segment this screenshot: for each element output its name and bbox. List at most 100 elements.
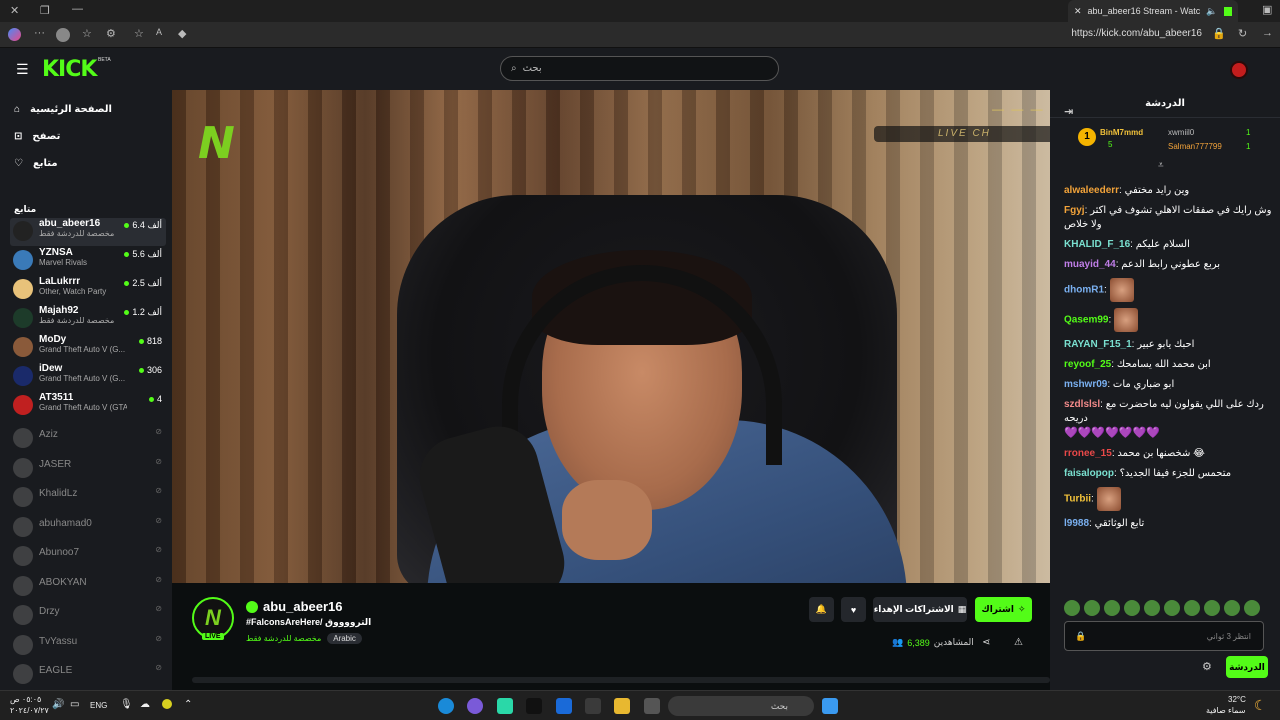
streamer-name[interactable]: abu_abeer16 — [246, 599, 343, 614]
gifter-name[interactable]: Salman777799 — [1168, 142, 1222, 151]
favorites-icon[interactable]: ☆ — [82, 27, 92, 40]
share-icon[interactable]: ⋖ — [982, 637, 990, 648]
windows-start-icon[interactable] — [822, 698, 838, 714]
top-gifter-name[interactable]: BinM7mmd — [1100, 128, 1143, 137]
volume-icon[interactable]: 🔊 — [52, 699, 64, 710]
outlook-icon[interactable] — [556, 698, 572, 714]
reload-icon[interactable]: ↻ — [1238, 27, 1247, 40]
more-icon[interactable]: ··· — [34, 27, 45, 39]
extensions-icon[interactable]: ⚙ — [106, 27, 116, 40]
weather-temp[interactable]: 32°C — [1228, 695, 1246, 704]
chat-settings-icon[interactable]: ⚙ — [1202, 660, 1212, 673]
chat-username[interactable]: muayid_44 — [1064, 259, 1116, 270]
chat-username[interactable]: Qasem99 — [1064, 315, 1108, 326]
video-player[interactable]: N — — — LIVE CH — [172, 90, 1050, 583]
minimize-icon[interactable]: — — [72, 3, 83, 15]
chat-username[interactable]: dhomR1 — [1064, 285, 1104, 296]
user-avatar[interactable] — [1230, 61, 1248, 79]
chat-input[interactable]: 🔒 انتظر 3 ثواني — [1064, 621, 1264, 651]
sidebar-channel-offline[interactable]: KhalidLz ⊘ — [10, 484, 166, 512]
sidebar-channel-offline[interactable]: JASER ⊘ — [10, 455, 166, 483]
expand-gifters-icon[interactable]: ⩡ — [1158, 160, 1164, 171]
edge-icon[interactable] — [438, 698, 454, 714]
tab-close-icon[interactable]: ✕ — [1074, 6, 1082, 17]
sidebar-channel[interactable]: MoDy Grand Theft Auto V (G... 818 — [10, 334, 166, 362]
chat-username[interactable]: mshwr09 — [1064, 379, 1107, 390]
tag-icon[interactable]: ◆ — [178, 27, 186, 40]
emote-button[interactable] — [1064, 600, 1080, 616]
chat-username[interactable]: alwaleederr — [1064, 185, 1119, 196]
chat-username[interactable]: rronee_15 — [1064, 448, 1112, 459]
app-icon[interactable] — [497, 698, 513, 714]
menu-icon[interactable]: ☰ — [16, 61, 29, 78]
sidebar-channel-offline[interactable]: TvYassu ⊘ — [10, 632, 166, 660]
clock-time[interactable]: ٠٥:٠٥ ص — [10, 695, 41, 704]
language-tag[interactable]: Arabic — [327, 633, 362, 644]
chat-username[interactable]: szdlslsl — [1064, 399, 1100, 410]
chat-username[interactable]: RAYAN_F15_1 — [1064, 339, 1132, 350]
file-explorer-icon[interactable] — [614, 698, 630, 714]
chat-username[interactable]: faisalopop — [1064, 468, 1114, 479]
tiktok-icon[interactable] — [526, 698, 542, 714]
sidebar-channel-offline[interactable]: Abunoo7 ⊘ — [10, 543, 166, 571]
subscribe-button[interactable]: اشتراك ✧ — [975, 597, 1032, 622]
sidebar-channel-offline[interactable]: Drzy ⊘ — [10, 602, 166, 630]
chat-username[interactable]: l9988 — [1064, 518, 1089, 529]
kick-logo[interactable]: KICK — [42, 57, 97, 82]
sidebar-channel[interactable]: iDew Grand Theft Auto V (G... 306 — [10, 363, 166, 391]
speaker-icon[interactable]: 🔈 — [1206, 6, 1217, 17]
emote-button[interactable] — [1124, 600, 1140, 616]
copilot-icon[interactable] — [8, 28, 21, 41]
sidebar-channel[interactable]: AT3511 Grand Theft Auto V (GTA) 4 — [10, 392, 166, 420]
task-view-icon[interactable] — [644, 698, 660, 714]
chat-username[interactable]: KHALID_F_16 — [1064, 239, 1130, 250]
emote-button[interactable] — [1164, 600, 1180, 616]
emote-button[interactable] — [1084, 600, 1100, 616]
store-icon[interactable] — [585, 698, 601, 714]
send-chat-button[interactable]: الدردشة — [1226, 656, 1268, 678]
tray-expand-icon[interactable]: ⌃ — [184, 699, 192, 710]
sidebar-channel-offline[interactable]: Aziz ⊘ — [10, 425, 166, 453]
forward-icon[interactable]: → — [1262, 27, 1273, 39]
emote-button[interactable] — [1204, 600, 1220, 616]
nav-home[interactable]: ⌂ الصفحة الرئيسية — [14, 104, 112, 115]
content-scrollbar[interactable] — [192, 677, 1050, 683]
browser-tab[interactable]: ✕ abu_abeer16 Stream - Watc 🔈 — [1068, 0, 1238, 22]
chat-username[interactable]: Fgyj — [1064, 205, 1085, 216]
profile-icon[interactable] — [56, 28, 70, 42]
language-indicator[interactable]: ENG — [90, 701, 107, 710]
search-input[interactable]: ⌕ بحث — [500, 56, 779, 81]
emote-button[interactable] — [1224, 600, 1240, 616]
nav-following[interactable]: ♡ متابع — [14, 158, 58, 169]
onedrive-icon[interactable]: ☁ — [140, 699, 150, 710]
notifications-button[interactable]: 🔔 — [809, 597, 834, 622]
chat-username[interactable]: Turbii — [1064, 494, 1091, 505]
sidebar-channel-offline[interactable]: ABOKYAN ⊘ — [10, 573, 166, 601]
app-tray-icon[interactable] — [162, 699, 172, 709]
add-favorite-icon[interactable]: ☆ — [134, 27, 144, 40]
taskbar-search[interactable]: بحث — [668, 696, 814, 716]
weather-desc[interactable]: سماء صافية — [1206, 706, 1246, 715]
report-icon[interactable]: ⚠ — [1014, 637, 1023, 648]
read-aloud-icon[interactable]: A — [156, 27, 162, 37]
sidebar-channel[interactable]: abu_abeer16 مخصصة للدردشة فقط ألف 6.4 — [10, 218, 166, 246]
discord-icon[interactable] — [467, 698, 483, 714]
network-icon[interactable]: ▭ — [70, 699, 79, 710]
emote-button[interactable] — [1144, 600, 1160, 616]
follow-button[interactable]: ♥ — [841, 597, 866, 622]
url-field[interactable]: https://kick.com/abu_abeer16 — [1071, 28, 1202, 39]
emote-button[interactable] — [1184, 600, 1200, 616]
gift-subs-button[interactable]: الاشتراكات الإهداء ▦ — [873, 597, 967, 622]
mic-icon[interactable]: 🎙 — [120, 699, 133, 710]
chat-username[interactable]: reyoof_25 — [1064, 359, 1111, 370]
sidebar-channel[interactable]: LaLukrrr Other, Watch Party ألف 2.5 — [10, 276, 166, 304]
sidebar-channel[interactable]: YZNSA Marvel Rivals ألف 5.6 — [10, 247, 166, 275]
gifter-name[interactable]: xwmiil0 — [1168, 128, 1194, 137]
emote-button[interactable] — [1104, 600, 1120, 616]
restore-icon[interactable]: ❐ — [40, 4, 50, 17]
tab-actions-icon[interactable]: ▣ — [1262, 3, 1272, 16]
collapse-chat-icon[interactable]: ⇥ — [1064, 98, 1073, 126]
sidebar-channel[interactable]: Majah92 مخصصة للدردشة فقط ألف 1.2 — [10, 305, 166, 333]
category-link[interactable]: مخصصة للدردشة فقط — [246, 634, 321, 643]
close-window-icon[interactable]: ✕ — [10, 4, 19, 17]
